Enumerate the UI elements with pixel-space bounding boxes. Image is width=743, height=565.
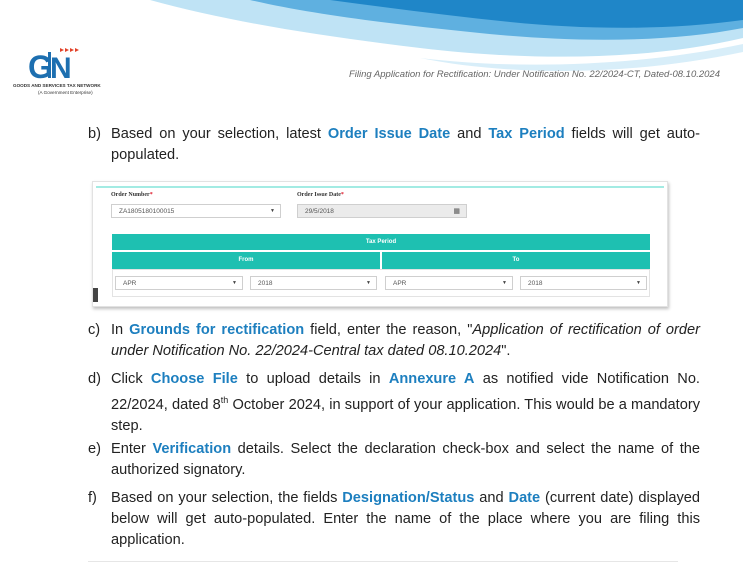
chevron-down-icon: ▼ — [232, 280, 237, 286]
highlight-verification: Verification — [152, 441, 232, 457]
step-f: f) Based on your selection, the fields D… — [88, 488, 700, 551]
from-year-value: 2018 — [258, 280, 273, 287]
svg-text:G: G — [28, 49, 51, 85]
calendar-icon[interactable]: ▦ — [453, 207, 460, 215]
order-issue-date-value: 29/5/2018 — [305, 208, 334, 215]
highlight-date: Date — [508, 490, 541, 506]
step-b-text: Based on your selection, latest — [111, 126, 328, 142]
bottom-divider — [88, 561, 678, 562]
from-year-select[interactable]: 2018 ▼ — [250, 276, 377, 290]
order-issue-date-label: Order Issue Date* — [297, 192, 344, 198]
to-year-select[interactable]: 2018 ▼ — [520, 276, 647, 290]
highlight-designation-status: Designation/Status — [342, 490, 475, 506]
order-number-label: Order Number* — [111, 192, 153, 198]
order-issue-date-field: 29/5/2018 ▦ — [297, 204, 467, 218]
header-wave-decoration — [150, 0, 743, 71]
to-month-value: APR — [393, 280, 407, 287]
to-year-value: 2018 — [528, 280, 543, 287]
order-number-value: ZA1805180100015 — [119, 208, 175, 215]
highlight-annexure-a: Annexure A — [388, 371, 475, 387]
step-f-text: Based on your selection, the fields — [111, 490, 343, 506]
highlight-order-issue-date: Order Issue Date — [327, 126, 451, 142]
highlight-tax-period: Tax Period — [488, 126, 565, 142]
chevron-down-icon: ▼ — [366, 280, 371, 286]
form-edge-handle — [93, 288, 98, 302]
step-d: d) Click Choose File to upload details i… — [88, 369, 700, 437]
document-header-title: Filing Application for Rectification: Un… — [348, 69, 720, 80]
step-c: c) In Grounds for rectification field, e… — [88, 320, 700, 362]
step-c-text: In — [111, 322, 130, 338]
step-f-marker: f) — [88, 490, 97, 506]
step-d-marker: d) — [88, 371, 101, 387]
highlight-grounds-for-rectification: Grounds for rectification — [129, 322, 305, 338]
logo-org-name: GOODS AND SERVICES TAX NETWORK — [13, 83, 101, 88]
form-top-border — [96, 186, 664, 188]
logo-org-subtitle: (A Government Enterprise) — [38, 90, 93, 95]
tax-period-header: Tax Period — [112, 234, 650, 250]
step-d-text: Click — [111, 371, 151, 387]
step-e-text: Enter — [111, 441, 153, 457]
step-c-text: ". — [501, 343, 511, 359]
step-b-marker: b) — [88, 126, 101, 142]
step-d-text: to upload details in — [237, 371, 389, 387]
chevron-down-icon: ▼ — [270, 208, 275, 214]
from-month-select[interactable]: APR ▼ — [115, 276, 243, 290]
order-number-select[interactable]: ZA1805180100015 ▼ — [111, 204, 281, 218]
from-month-value: APR — [123, 280, 137, 287]
step-c-text: field, enter the reason, " — [304, 322, 473, 338]
step-b: b) Based on your selection, latest Order… — [88, 124, 700, 166]
step-b-text: and — [450, 126, 489, 142]
chevron-down-icon: ▼ — [636, 280, 641, 286]
step-e-marker: e) — [88, 441, 101, 457]
tax-period-from-header: From — [112, 252, 380, 269]
step-c-marker: c) — [88, 322, 101, 338]
step-e: e) Enter Verification details. Select th… — [88, 439, 700, 481]
tax-period-to-header: To — [382, 252, 650, 269]
form-screenshot: Order Number* ZA1805180100015 ▼ Order Is… — [92, 181, 668, 307]
step-f-text: and — [474, 490, 509, 506]
svg-text:N: N — [50, 52, 72, 85]
chevron-down-icon: ▼ — [502, 280, 507, 286]
highlight-choose-file: Choose File — [150, 371, 238, 387]
to-month-select[interactable]: APR ▼ — [385, 276, 513, 290]
